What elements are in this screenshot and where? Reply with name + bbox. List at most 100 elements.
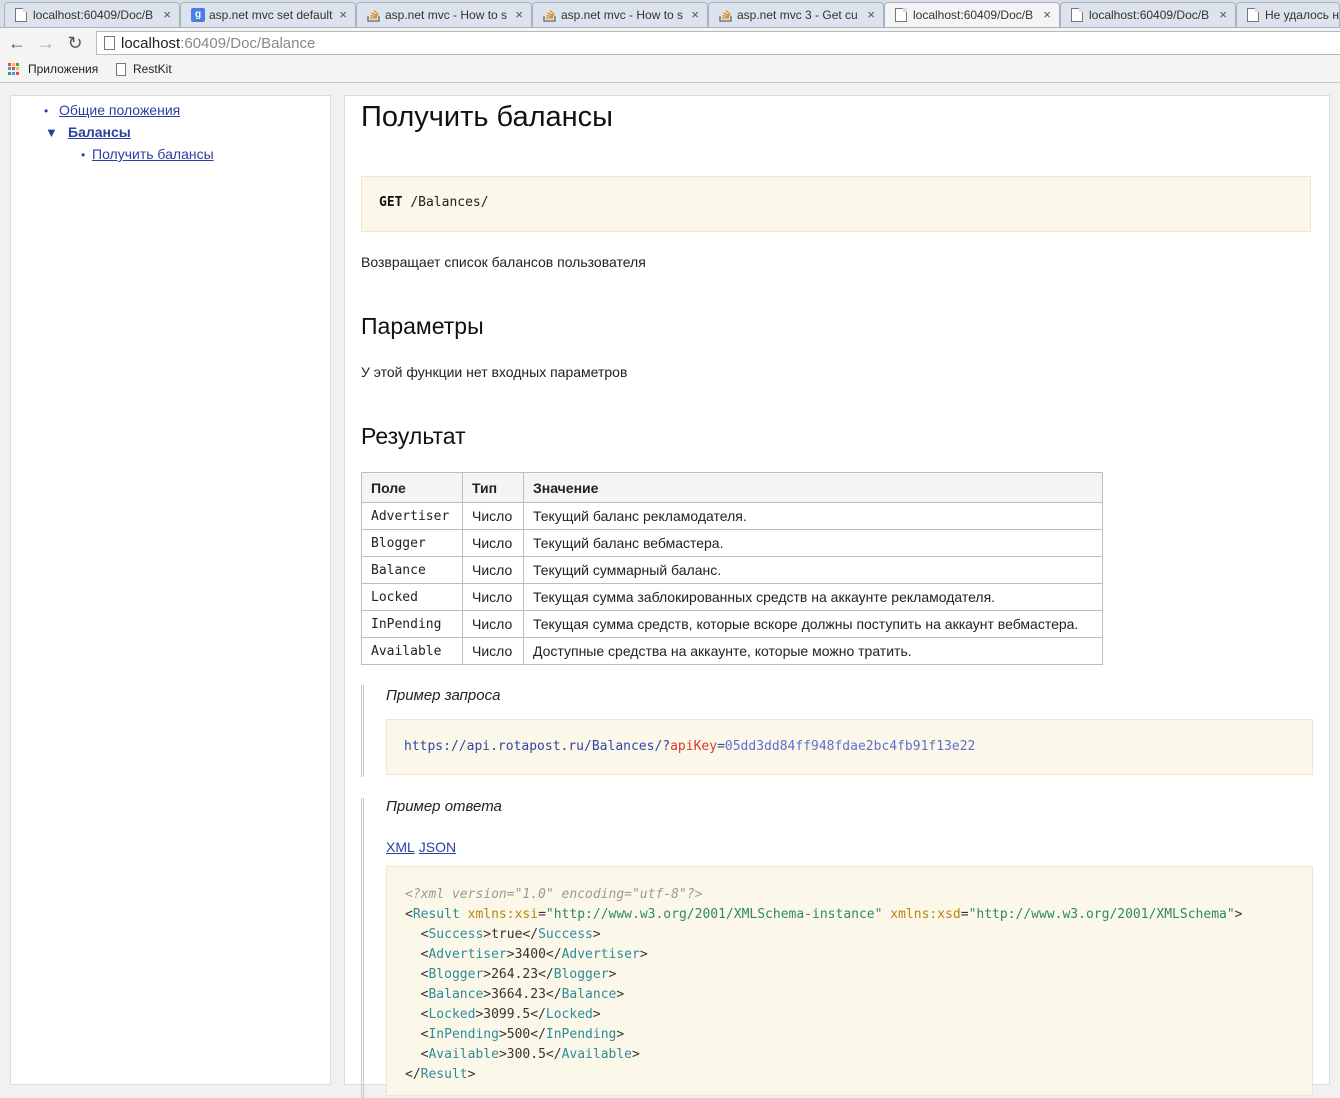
page-icon [895, 8, 907, 22]
type-cell: Число [462, 502, 524, 530]
main-content: Получить балансы GET /Balances/ Возвраща… [344, 95, 1330, 1098]
description: Возвращает список балансов пользователя [361, 254, 646, 270]
tab-title: asp.net mvc set default [209, 8, 333, 22]
tab-title: localhost:60409/Doc/B [33, 8, 154, 22]
tab-localhost-1[interactable]: localhost:60409/Doc/B × [4, 2, 180, 27]
value-cell: Текущая сумма заблокированных средств на… [523, 583, 1103, 611]
google-icon: g [191, 8, 205, 22]
page-icon [104, 36, 115, 50]
toolbar: ← → ↻ localhost:60409/Doc/Balance [0, 28, 1340, 58]
sidebar-item-get-balances[interactable]: Получить балансы [92, 146, 214, 162]
field-cell: Balance [361, 556, 463, 584]
bookmark-restkit[interactable]: RestKit [133, 62, 172, 76]
format-links: XML JSON [386, 839, 460, 855]
close-icon[interactable]: × [691, 7, 699, 22]
endpoint-code: GET /Balances/ [361, 176, 1311, 232]
type-cell: Число [462, 583, 524, 611]
field-cell: Available [361, 637, 463, 665]
page-icon [1247, 8, 1259, 22]
tab-localhost-3[interactable]: localhost:60409/Doc/B × [1060, 2, 1236, 27]
close-icon[interactable]: × [339, 7, 347, 22]
field-cell: Blogger [361, 529, 463, 557]
value-cell: Текущий суммарный баланс. [523, 556, 1103, 584]
column-header: Тип [462, 472, 524, 503]
result-table: Поле Тип Значение Advertiser Число Текущий… [361, 472, 1103, 665]
table-row: Blogger Число Текущий баланс вебмастера. [361, 529, 1103, 557]
request-example: Пример запроса https://api.rotapost.ru/B… [361, 685, 1314, 777]
bullet-icon: • [81, 148, 86, 162]
response-caption: Пример ответа [386, 798, 502, 815]
tab-error[interactable]: Не удалось на [1236, 2, 1340, 27]
format-json-link[interactable]: JSON [419, 839, 456, 855]
sidebar-item-general[interactable]: Общие положения [59, 102, 180, 118]
table-row: Locked Число Текущая сумма заблокированных… [361, 583, 1103, 611]
bullet-icon: • [44, 104, 49, 118]
tab-stackoverflow-3[interactable]: asp.net mvc 3 - Get cu × [708, 2, 884, 27]
table-row: Advertiser Число Текущий баланс рекламодат… [361, 502, 1103, 530]
close-icon[interactable]: × [163, 7, 171, 22]
request-param-value: 05dd3dd84ff948fdae2bc4fb91f13e22 [724, 739, 976, 754]
page-icon [116, 63, 126, 76]
sidebar-item-balances[interactable]: Балансы [68, 124, 131, 140]
close-icon[interactable]: × [515, 7, 523, 22]
bookmarks-bar: Приложения RestKit [0, 58, 1340, 83]
xml-declaration: <?xml version="1.0" encoding="utf-8"?> [405, 887, 703, 902]
tab-title: localhost:60409/Doc/B [1089, 8, 1210, 22]
close-icon[interactable]: × [1043, 7, 1051, 22]
forward-icon[interactable]: → [35, 33, 57, 53]
value-cell: Доступные средства на аккаунте, которые … [523, 637, 1103, 665]
field-cell: InPending [361, 610, 463, 638]
type-cell: Число [462, 556, 524, 584]
field-cell: Advertiser [361, 502, 463, 530]
response-example: Пример ответа XML JSON <?xml version="1.0… [361, 798, 1314, 1098]
result-heading: Результат [361, 423, 466, 449]
format-xml-link[interactable]: XML [386, 839, 415, 855]
reload-icon[interactable]: ↻ [64, 33, 86, 53]
stackoverflow-icon [367, 10, 380, 22]
type-cell: Число [462, 637, 524, 665]
tab-title: asp.net mvc - How to s [561, 8, 684, 22]
tab-title: asp.net mvc 3 - Get cu [737, 8, 858, 22]
tab-stackoverflow-2[interactable]: asp.net mvc - How to s × [532, 2, 708, 27]
response-code: <?xml version="1.0" encoding="utf-8"?> <… [386, 866, 1313, 1096]
tab-stackoverflow-1[interactable]: asp.net mvc - How to s × [356, 2, 532, 27]
params-heading: Параметры [361, 313, 484, 339]
type-cell: Число [462, 529, 524, 557]
table-row: InPending Число Текущая сумма средств, кот… [361, 610, 1103, 638]
stackoverflow-icon [543, 10, 556, 22]
field-cell: Locked [361, 583, 463, 611]
tab-title: asp.net mvc - How to s [385, 8, 508, 22]
value-cell: Текущая сумма средств, которые вскоре до… [523, 610, 1103, 638]
column-header: Поле [361, 472, 463, 503]
endpoint-path: /Balances/ [410, 195, 489, 210]
type-cell: Число [462, 610, 524, 638]
table-row: Balance Число Текущий суммарный баланс. [361, 556, 1103, 584]
bookmark-apps[interactable]: Приложения [28, 62, 98, 76]
request-code: https://api.rotapost.ru/Balances/?apiKey… [386, 719, 1313, 775]
back-icon[interactable]: ← [6, 33, 28, 53]
http-method: GET [379, 195, 403, 210]
tab-localhost-active[interactable]: localhost:60409/Doc/B × [884, 2, 1060, 27]
value-cell: Текущий баланс рекламодателя. [523, 502, 1103, 530]
request-caption: Пример запроса [386, 687, 501, 704]
page-icon [1071, 8, 1083, 22]
request-param-key: apiKey [670, 739, 718, 754]
tab-google[interactable]: g asp.net mvc set default × [180, 2, 356, 27]
tab-title: localhost:60409/Doc/B [913, 8, 1034, 22]
address-bar[interactable]: localhost:60409/Doc/Balance [96, 31, 1340, 55]
table-header-row: Поле Тип Значение [361, 472, 1103, 503]
params-text: У этой функции нет входных параметров [361, 364, 628, 380]
sidebar: • Общие положения ▼ Балансы • Получить б… [10, 95, 331, 1085]
table-row: Available Число Доступные средства на акка… [361, 637, 1103, 665]
page-icon [15, 8, 27, 22]
stackoverflow-icon [719, 10, 732, 22]
close-icon[interactable]: × [1219, 7, 1227, 22]
page-title: Получить балансы [361, 101, 613, 133]
close-icon[interactable]: × [867, 7, 875, 22]
url-text: localhost:60409/Doc/Balance [121, 35, 316, 52]
value-cell: Текущий баланс вебмастера. [523, 529, 1103, 557]
request-url: https://api.rotapost.ru/Balances/ [404, 739, 663, 754]
tab-strip: localhost:60409/Doc/B × g asp.net mvc se… [0, 0, 1340, 28]
column-header: Значение [523, 472, 1103, 503]
triangle-down-icon[interactable]: ▼ [45, 125, 58, 140]
